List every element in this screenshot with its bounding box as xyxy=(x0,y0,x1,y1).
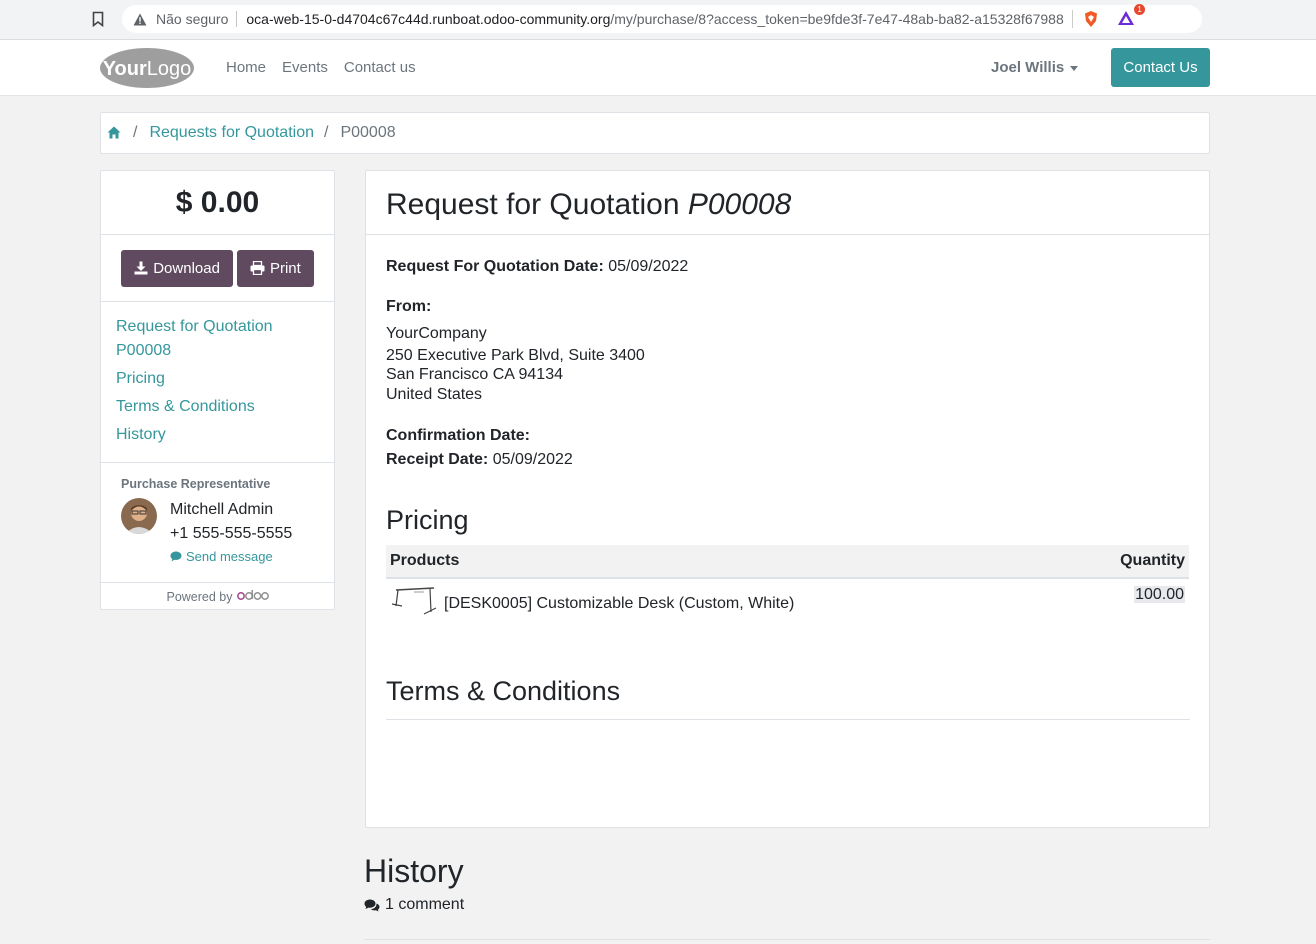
rep-name: Mitchell Admin xyxy=(170,501,274,518)
user-name: Joel Willis xyxy=(991,59,1065,76)
rewards-icon[interactable]: 1 xyxy=(1117,4,1145,28)
col-quantity: Quantity xyxy=(1068,545,1189,579)
powered-by: Powered by xyxy=(101,583,334,610)
download-icon xyxy=(134,261,148,275)
site-navbar: YourLogo Home Events Contact us Joel Wil… xyxy=(0,40,1316,96)
pricing-table: Products Quantity [DESK0005] Customizabl… xyxy=(386,545,1189,628)
print-label: Print xyxy=(269,259,301,277)
send-message-label: Send message xyxy=(186,549,273,564)
url-path: /my/purchase/8?access_token=be9fde3f-7e4… xyxy=(610,11,1064,27)
rfq-card: Request for Quotation P00008 Request For… xyxy=(365,170,1210,828)
avatar xyxy=(121,498,157,534)
page-title: Request for Quotation P00008 xyxy=(386,187,1189,223)
product-name[interactable]: [DESK0005] Customizable Desk (Custom, Wh… xyxy=(444,595,794,613)
toc-terms[interactable]: Terms & Conditions xyxy=(116,395,319,419)
confirmation-date-label: Confirmation Date: xyxy=(386,427,530,444)
address-line-2: San Francisco CA 94134 xyxy=(386,366,563,383)
rfq-header: Request for Quotation P00008 xyxy=(366,171,1209,235)
breadcrumb-separator: / xyxy=(133,124,138,141)
main-nav: Home Events Contact us xyxy=(226,59,416,76)
receipt-date-value: 05/09/2022 xyxy=(492,451,573,468)
user-menu[interactable]: Joel Willis xyxy=(991,59,1079,76)
comment-count-label: 1 comment xyxy=(385,896,465,913)
company-name: YourCompany xyxy=(386,325,487,342)
history-section: History 1 comment xyxy=(364,853,1210,940)
address-line-3: United States xyxy=(386,385,483,403)
title-prefix: Request for Quotation xyxy=(386,188,680,221)
rewards-badge: 1 xyxy=(1134,4,1145,15)
receipt-date-row: Receipt Date: 05/09/2022 xyxy=(386,450,1189,470)
breadcrumb-separator: / xyxy=(324,124,329,141)
vendor-address: YourCompany 250 Executive Park Blvd, Sui… xyxy=(386,324,1189,404)
rfq-date-value: 05/09/2022 xyxy=(608,258,689,275)
print-icon xyxy=(250,261,265,275)
url-host: oca-web-15-0-d4704c67c44d.runboat.odoo-c… xyxy=(246,11,611,27)
comment-icon xyxy=(170,551,182,562)
breadcrumb: / Requests for Quotation / P00008 xyxy=(100,112,1210,154)
product-quantity: 100.00 xyxy=(1134,586,1185,603)
brave-shield-icon[interactable] xyxy=(1083,10,1101,28)
col-products: Products xyxy=(386,545,1069,579)
toc-history[interactable]: History xyxy=(116,423,319,447)
pricing-title: Pricing xyxy=(386,505,469,535)
sidebar-card: $ 0.00 Download Print Request for Quotat… xyxy=(100,170,335,610)
rep-title: Purchase Representative xyxy=(121,477,271,491)
home-icon[interactable] xyxy=(107,126,121,140)
download-label: Download xyxy=(153,259,220,277)
breadcrumb-current: P00008 xyxy=(340,124,396,141)
warning-icon xyxy=(132,11,148,27)
divider xyxy=(364,939,1210,940)
table-of-contents: Request for Quotation P00008 Pricing Ter… xyxy=(101,302,334,463)
nav-home[interactable]: Home xyxy=(226,59,266,76)
bookmark-icon[interactable] xyxy=(92,11,108,29)
history-title: History xyxy=(364,853,464,889)
table-header-row: Products Quantity xyxy=(386,545,1189,579)
powered-by-label: Powered by xyxy=(166,589,233,604)
breadcrumb-rfq-link[interactable]: Requests for Quotation xyxy=(149,124,314,142)
send-message-link[interactable]: Send message xyxy=(170,549,292,564)
security-label[interactable]: Não seguro xyxy=(156,11,238,27)
address-bar[interactable]: Não seguro oca-web-15-0-d4704c67c44d.run… xyxy=(122,4,1202,33)
rfq-date-row: Request For Quotation Date: 05/09/2022 xyxy=(386,257,1189,277)
table-row: [DESK0005] Customizable Desk (Custom, Wh… xyxy=(386,578,1189,628)
terms-title: Terms & Conditions xyxy=(386,676,621,706)
action-buttons: Download Print xyxy=(101,235,334,302)
contact-us-button[interactable]: Contact Us xyxy=(1111,48,1210,87)
download-button[interactable]: Download xyxy=(121,249,233,287)
rfq-date-label: Request For Quotation Date: xyxy=(386,258,604,275)
toc-pricing[interactable]: Pricing xyxy=(116,367,319,391)
address-line-1: 250 Executive Park Blvd, Suite 3400 xyxy=(386,346,645,364)
nav-events[interactable]: Events xyxy=(282,59,328,76)
toc-rfq[interactable]: Request for Quotation P00008 xyxy=(116,315,286,363)
comments-icon xyxy=(364,899,380,911)
divider xyxy=(386,719,1190,720)
purchase-representative: Purchase Representative Mitchell Admin +… xyxy=(101,463,334,583)
order-total: $ 0.00 xyxy=(101,171,334,235)
from-label: From: xyxy=(386,298,432,315)
odoo-logo[interactable] xyxy=(236,589,269,604)
rep-phone: +1 555-555-5555 xyxy=(170,525,293,542)
receipt-date-label: Receipt Date: xyxy=(386,451,489,468)
comment-count[interactable]: 1 comment xyxy=(364,896,1210,914)
title-reference: P00008 xyxy=(687,188,792,221)
browser-toolbar: Não seguro oca-web-15-0-d4704c67c44d.run… xyxy=(0,0,1316,40)
caret-down-icon xyxy=(1070,65,1079,71)
print-button[interactable]: Print xyxy=(236,249,314,287)
product-image xyxy=(390,586,438,621)
svg-text:YourLogo: YourLogo xyxy=(103,58,192,80)
url-divider xyxy=(1071,10,1073,28)
nav-contact[interactable]: Contact us xyxy=(344,59,416,76)
company-logo[interactable]: YourLogo xyxy=(100,47,194,89)
confirmation-date-row: Confirmation Date: xyxy=(386,426,1189,446)
